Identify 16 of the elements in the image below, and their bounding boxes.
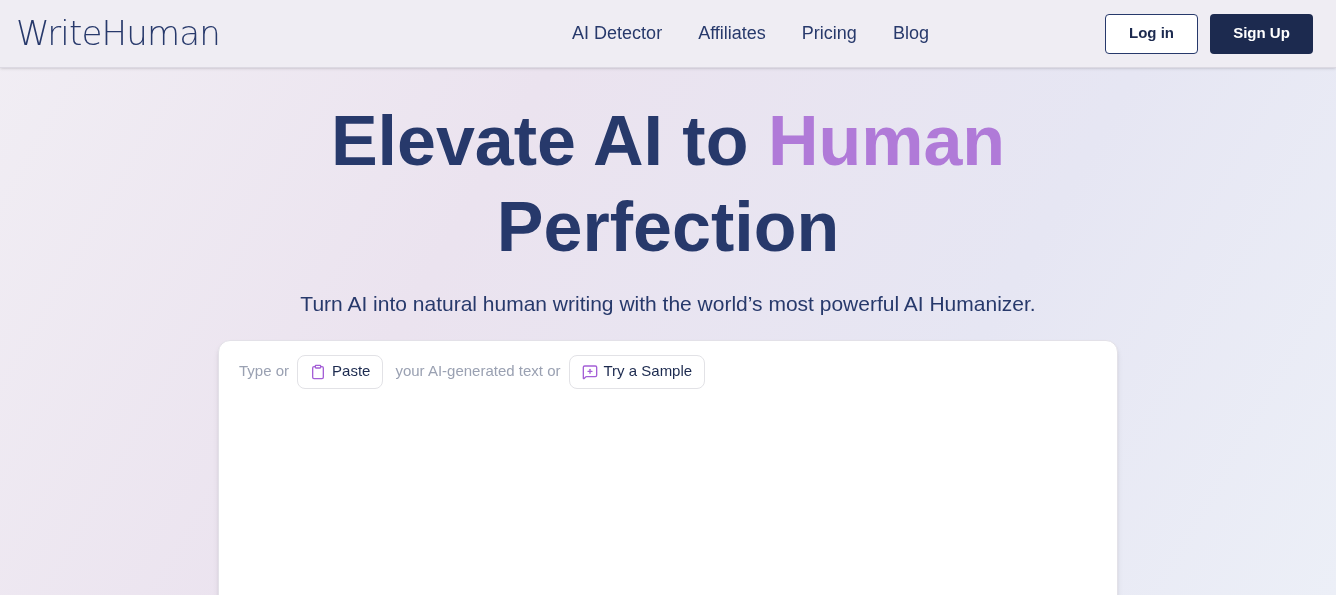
sample-button[interactable]: Try a Sample [568, 354, 706, 389]
chat-plus-icon [581, 363, 598, 380]
paste-button[interactable]: Paste [297, 354, 384, 389]
nav-link[interactable]: Pricing [801, 20, 857, 47]
signup-button[interactable]: Sign Up [1210, 13, 1313, 54]
text-editor-card[interactable]: Type or Paste your AI-generated text or Try a Sample [218, 339, 1118, 595]
nav-link[interactable]: Blog [892, 20, 929, 47]
nav-link[interactable]: Affiliates [698, 20, 766, 47]
clipboard-icon [310, 363, 327, 380]
subtitle: Turn AI into natural human writing with the world’s most powerful AI Humanizer. [300, 291, 1036, 317]
hint-text: Type or [239, 361, 290, 382]
nav-link[interactable]: AI Detector [572, 20, 663, 47]
hint-text: your AI-generated text or [395, 361, 561, 382]
headline: Elevate AI to Human Perfection [329, 101, 1007, 268]
login-button[interactable]: Log in [1105, 13, 1198, 54]
logo[interactable]: WriteHuman [16, 8, 276, 59]
